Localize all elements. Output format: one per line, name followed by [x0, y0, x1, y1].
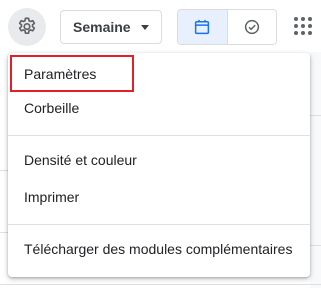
- menu-item-telecharger-modules[interactable]: Télécharger des modules complémentaires: [8, 231, 310, 267]
- calendar-icon: [195, 19, 210, 35]
- grid-line: [310, 115, 321, 116]
- settings-menu-button[interactable]: [8, 8, 46, 46]
- calendar-view-button[interactable]: [178, 10, 228, 44]
- settings-dropdown-menu: Paramètres Corbeille Densité et couleur …: [8, 53, 310, 277]
- menu-item-label: Télécharger des modules complémentaires: [24, 241, 293, 257]
- grid-line: [310, 245, 321, 246]
- menu-item-label: Imprimer: [24, 189, 80, 205]
- menu-item-imprimer[interactable]: Imprimer: [8, 179, 310, 215]
- menu-item-label: Densité et couleur: [24, 152, 137, 168]
- calendar-tasks-toggle: [177, 9, 277, 45]
- menu-divider: [8, 224, 310, 225]
- chevron-down-icon: [141, 24, 149, 30]
- menu-item-densite-couleur[interactable]: Densité et couleur: [8, 142, 310, 178]
- apps-launcher-button[interactable]: [293, 16, 313, 36]
- menu-divider: [8, 135, 310, 136]
- menu-item-parametres[interactable]: Paramètres: [8, 56, 310, 92]
- settings-gear-icon: [18, 17, 36, 34]
- tasks-view-button[interactable]: [227, 10, 276, 44]
- menu-item-label: Paramètres: [24, 66, 97, 82]
- menu-item-corbeille[interactable]: Corbeille: [8, 90, 310, 126]
- view-selector-label: Semaine: [73, 19, 131, 35]
- grid-line: [0, 232, 8, 233]
- menu-item-label: Corbeille: [24, 100, 80, 116]
- grid-line: [0, 170, 8, 171]
- calendar-background: [310, 52, 321, 288]
- grid-line: [0, 284, 321, 285]
- apps-grid-icon: [294, 17, 312, 35]
- tasks-check-icon: [244, 19, 259, 35]
- view-selector-dropdown[interactable]: Semaine: [60, 10, 162, 44]
